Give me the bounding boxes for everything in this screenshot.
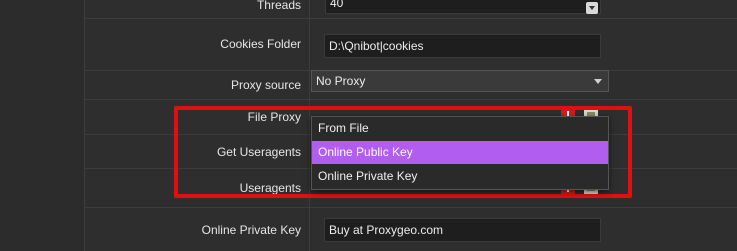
online-private-key-input[interactable]: Buy at Proxygeo.com [324, 218, 601, 242]
settings-window: Threads 40 Cookies Folder D:\Qnibot|cook… [0, 0, 737, 251]
dropdown-option-online-public-key[interactable]: Online Public Key [312, 141, 608, 164]
cookies-folder-label: Cookies Folder [220, 37, 301, 51]
online-private-key-row: Online Private Key Buy at Proxygeo.com [84, 208, 737, 251]
cookies-folder-input[interactable]: D:\Qnibot|cookies [324, 34, 601, 58]
online-private-key-label: Online Private Key [201, 222, 301, 237]
file-proxy-label-cell: File Proxy [84, 100, 310, 134]
dropdown-option-from-file[interactable]: From File [312, 117, 608, 140]
get-useragents-label-cell: Get Useragents [84, 135, 310, 168]
useragents-label: Useragents [239, 181, 301, 195]
cookies-folder-row: Cookies Folder D:\Qnibot|cookies [84, 18, 737, 71]
cookies-folder-label-cell: Cookies Folder [84, 18, 310, 70]
get-useragents-label: Get Useragents [216, 144, 301, 159]
proxy-source-value: No Proxy [316, 74, 366, 88]
threads-input[interactable]: 40 [325, 0, 601, 14]
online-private-key-label-cell: Online Private Key [84, 208, 310, 251]
proxy-source-select[interactable]: No Proxy [311, 70, 609, 92]
file-proxy-label: File Proxy [247, 110, 301, 124]
proxy-source-dropdown-list: From File Online Public Key Online Priva… [311, 116, 609, 190]
left-panel [0, 0, 85, 251]
useragents-label-cell: Useragents [84, 169, 310, 207]
chevron-down-icon [594, 79, 602, 84]
proxy-source-label: Proxy source [230, 78, 301, 92]
threads-label: Threads [256, 0, 301, 12]
chevron-down-icon[interactable] [586, 2, 598, 14]
threads-label-cell: Threads [84, 0, 310, 18]
dropdown-option-online-private-key[interactable]: Online Private Key [312, 165, 608, 188]
threads-row: Threads 40 [84, 0, 737, 19]
proxy-source-label-cell: Proxy source [84, 71, 310, 99]
proxy-source-row: Proxy source No Proxy [84, 70, 737, 100]
